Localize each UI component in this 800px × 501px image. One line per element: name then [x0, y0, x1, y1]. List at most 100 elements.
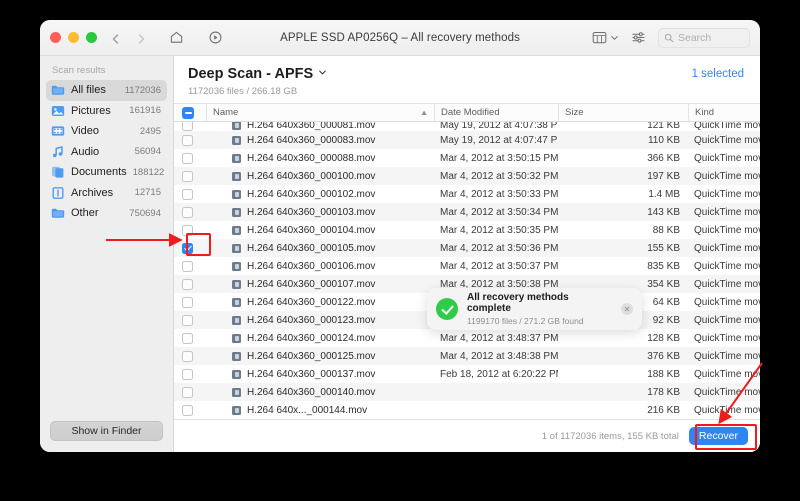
row-select-cell[interactable] [180, 368, 206, 380]
sidebar-item-archives[interactable]: Archives 12715 [46, 183, 167, 204]
toast-text: All recovery methods complete 1199170 fi… [467, 292, 612, 327]
table-row[interactable]: H.264 640x360_000137.mov Feb 18, 2012 at … [174, 365, 760, 383]
search-input[interactable] [678, 31, 744, 44]
quicktime-file-icon [232, 122, 241, 130]
view-grid-icon[interactable] [592, 31, 619, 44]
row-name-cell: H.264 640x360_000124.mov [206, 333, 434, 344]
select-all-header-cell[interactable] [180, 104, 206, 121]
table-row[interactable]: H.264 640x360_000105.mov Mar 4, 2012 at 3… [174, 239, 760, 257]
sidebar-item-documents[interactable]: Documents 188122 [46, 162, 167, 183]
row-checkbox[interactable] [182, 278, 193, 290]
sidebar-item-label: All files [71, 84, 106, 97]
row-size-cell: 110 KB [647, 134, 680, 146]
sidebar-item-audio[interactable]: Audio 56094 [46, 142, 167, 163]
row-checkbox[interactable] [182, 386, 193, 398]
sidebar-item-all-files[interactable]: All files 1172036 [46, 80, 167, 101]
show-in-finder-button[interactable]: Show in Finder [50, 421, 163, 441]
documents-icon [51, 165, 65, 179]
row-checkbox[interactable] [182, 368, 193, 380]
row-checkbox[interactable] [182, 260, 193, 272]
table-row[interactable]: H.264 640x360_000104.mov Mar 4, 2012 at 3… [174, 221, 760, 239]
selected-count-label[interactable]: 1 selected [692, 68, 744, 80]
sidebar-item-video[interactable]: Video 2495 [46, 121, 167, 142]
row-select-cell[interactable] [180, 332, 206, 344]
home-icon[interactable] [169, 30, 184, 45]
row-select-cell[interactable] [180, 350, 206, 362]
file-table-body[interactable]: H.264 640x360_000081.mov May 19, 2012 at … [174, 122, 760, 419]
close-icon[interactable]: ✕ [621, 303, 633, 315]
row-select-cell[interactable] [180, 152, 206, 164]
row-select-cell[interactable] [180, 386, 206, 398]
app-window: APPLE SSD AP0256Q – All recovery methods [40, 20, 760, 452]
row-checkbox[interactable] [182, 350, 193, 362]
row-select-cell[interactable] [180, 242, 206, 254]
checkmark-circle-icon [436, 298, 458, 320]
zoom-window-button[interactable] [86, 32, 97, 43]
minimize-window-button[interactable] [68, 32, 79, 43]
row-size-cell: 197 KB [647, 170, 680, 182]
row-checkbox[interactable] [182, 170, 193, 182]
table-row[interactable]: H.264 640x360_000125.mov Mar 4, 2012 at 3… [174, 347, 760, 365]
table-row[interactable]: H.264 640x360_000102.mov Mar 4, 2012 at 3… [174, 185, 760, 203]
row-select-cell[interactable] [180, 260, 206, 272]
row-file-name: H.264 640x360_000088.mov [247, 152, 376, 164]
sidebar-items-list: All files 1172036 Pictures 161916 Video 2495 A… [40, 80, 173, 224]
row-kind-cell: QuickTime movie [694, 386, 760, 398]
row-checkbox[interactable] [182, 188, 193, 200]
filter-sliders-icon[interactable] [631, 31, 646, 44]
row-date-cell: Mar 4, 2012 at 3:50:15 PM [440, 152, 558, 164]
row-checkbox[interactable] [182, 242, 193, 254]
column-header-kind[interactable]: Kind [688, 104, 760, 121]
sidebar-item-other[interactable]: Other 750694 [46, 203, 167, 224]
row-name-cell: H.264 640x360_000107.mov [206, 279, 434, 290]
search-field[interactable] [658, 27, 750, 48]
row-select-cell[interactable] [180, 404, 206, 416]
column-header-date-modified[interactable]: Date Modified [434, 104, 558, 121]
row-checkbox[interactable] [182, 122, 193, 131]
sidebar-title: Scan results [52, 65, 106, 76]
table-row[interactable]: H.264 640x360_000140.mov 178 KB QuickTime … [174, 383, 760, 401]
row-select-cell[interactable] [180, 170, 206, 182]
row-select-cell[interactable] [180, 122, 206, 131]
row-checkbox[interactable] [182, 296, 193, 308]
select-all-checkbox[interactable] [182, 106, 194, 119]
table-row[interactable]: H.264 640x360_000103.mov Mar 4, 2012 at 3… [174, 203, 760, 221]
chevron-right-icon[interactable] [135, 32, 147, 44]
quicktime-file-icon [232, 189, 241, 199]
table-row[interactable]: H.264 640x360_000106.mov Mar 4, 2012 at 3… [174, 257, 760, 275]
row-checkbox[interactable] [182, 224, 193, 236]
table-row[interactable]: H.264 640x360_000100.mov Mar 4, 2012 at 3… [174, 167, 760, 185]
row-name-cell: H.264 640x360_000105.mov [206, 243, 434, 254]
row-select-cell[interactable] [180, 314, 206, 326]
row-size-cell: 88 KB [652, 224, 680, 236]
row-select-cell[interactable] [180, 134, 206, 146]
row-select-cell[interactable] [180, 206, 206, 218]
table-row[interactable]: H.264 640x360_000081.mov May 19, 2012 at … [174, 122, 760, 131]
row-date-cell: May 19, 2012 at 4:07:47 PM [440, 134, 558, 146]
close-window-button[interactable] [50, 32, 61, 43]
search-icon [664, 33, 674, 43]
table-row[interactable]: H.264 640x..._000144.mov 216 KB QuickTime … [174, 401, 760, 419]
recover-button[interactable]: Recover [688, 427, 748, 445]
history-play-icon[interactable] [208, 30, 223, 45]
row-select-cell[interactable] [180, 188, 206, 200]
row-checkbox[interactable] [182, 404, 193, 416]
column-header-name[interactable]: Name ▲ [206, 104, 434, 121]
row-select-cell[interactable] [180, 278, 206, 290]
row-checkbox[interactable] [182, 134, 193, 146]
row-checkbox[interactable] [182, 314, 193, 326]
sidebar-item-pictures[interactable]: Pictures 161916 [46, 101, 167, 122]
table-row[interactable]: H.264 640x360_000088.mov Mar 4, 2012 at 3… [174, 149, 760, 167]
chevron-left-icon[interactable] [110, 32, 122, 44]
row-select-cell[interactable] [180, 296, 206, 308]
chevron-down-icon[interactable] [317, 66, 328, 82]
row-checkbox[interactable] [182, 152, 193, 164]
column-header-size[interactable]: Size [558, 104, 688, 121]
table-row[interactable]: H.264 640x360_000124.mov Mar 4, 2012 at 3… [174, 329, 760, 347]
table-header-row: Name ▲ Date Modified Size Kind [174, 103, 760, 122]
row-checkbox[interactable] [182, 332, 193, 344]
row-file-name: H.264 640x360_000100.mov [247, 170, 376, 182]
row-checkbox[interactable] [182, 206, 193, 218]
table-row[interactable]: H.264 640x360_000083.mov May 19, 2012 at … [174, 131, 760, 149]
row-select-cell[interactable] [180, 224, 206, 236]
